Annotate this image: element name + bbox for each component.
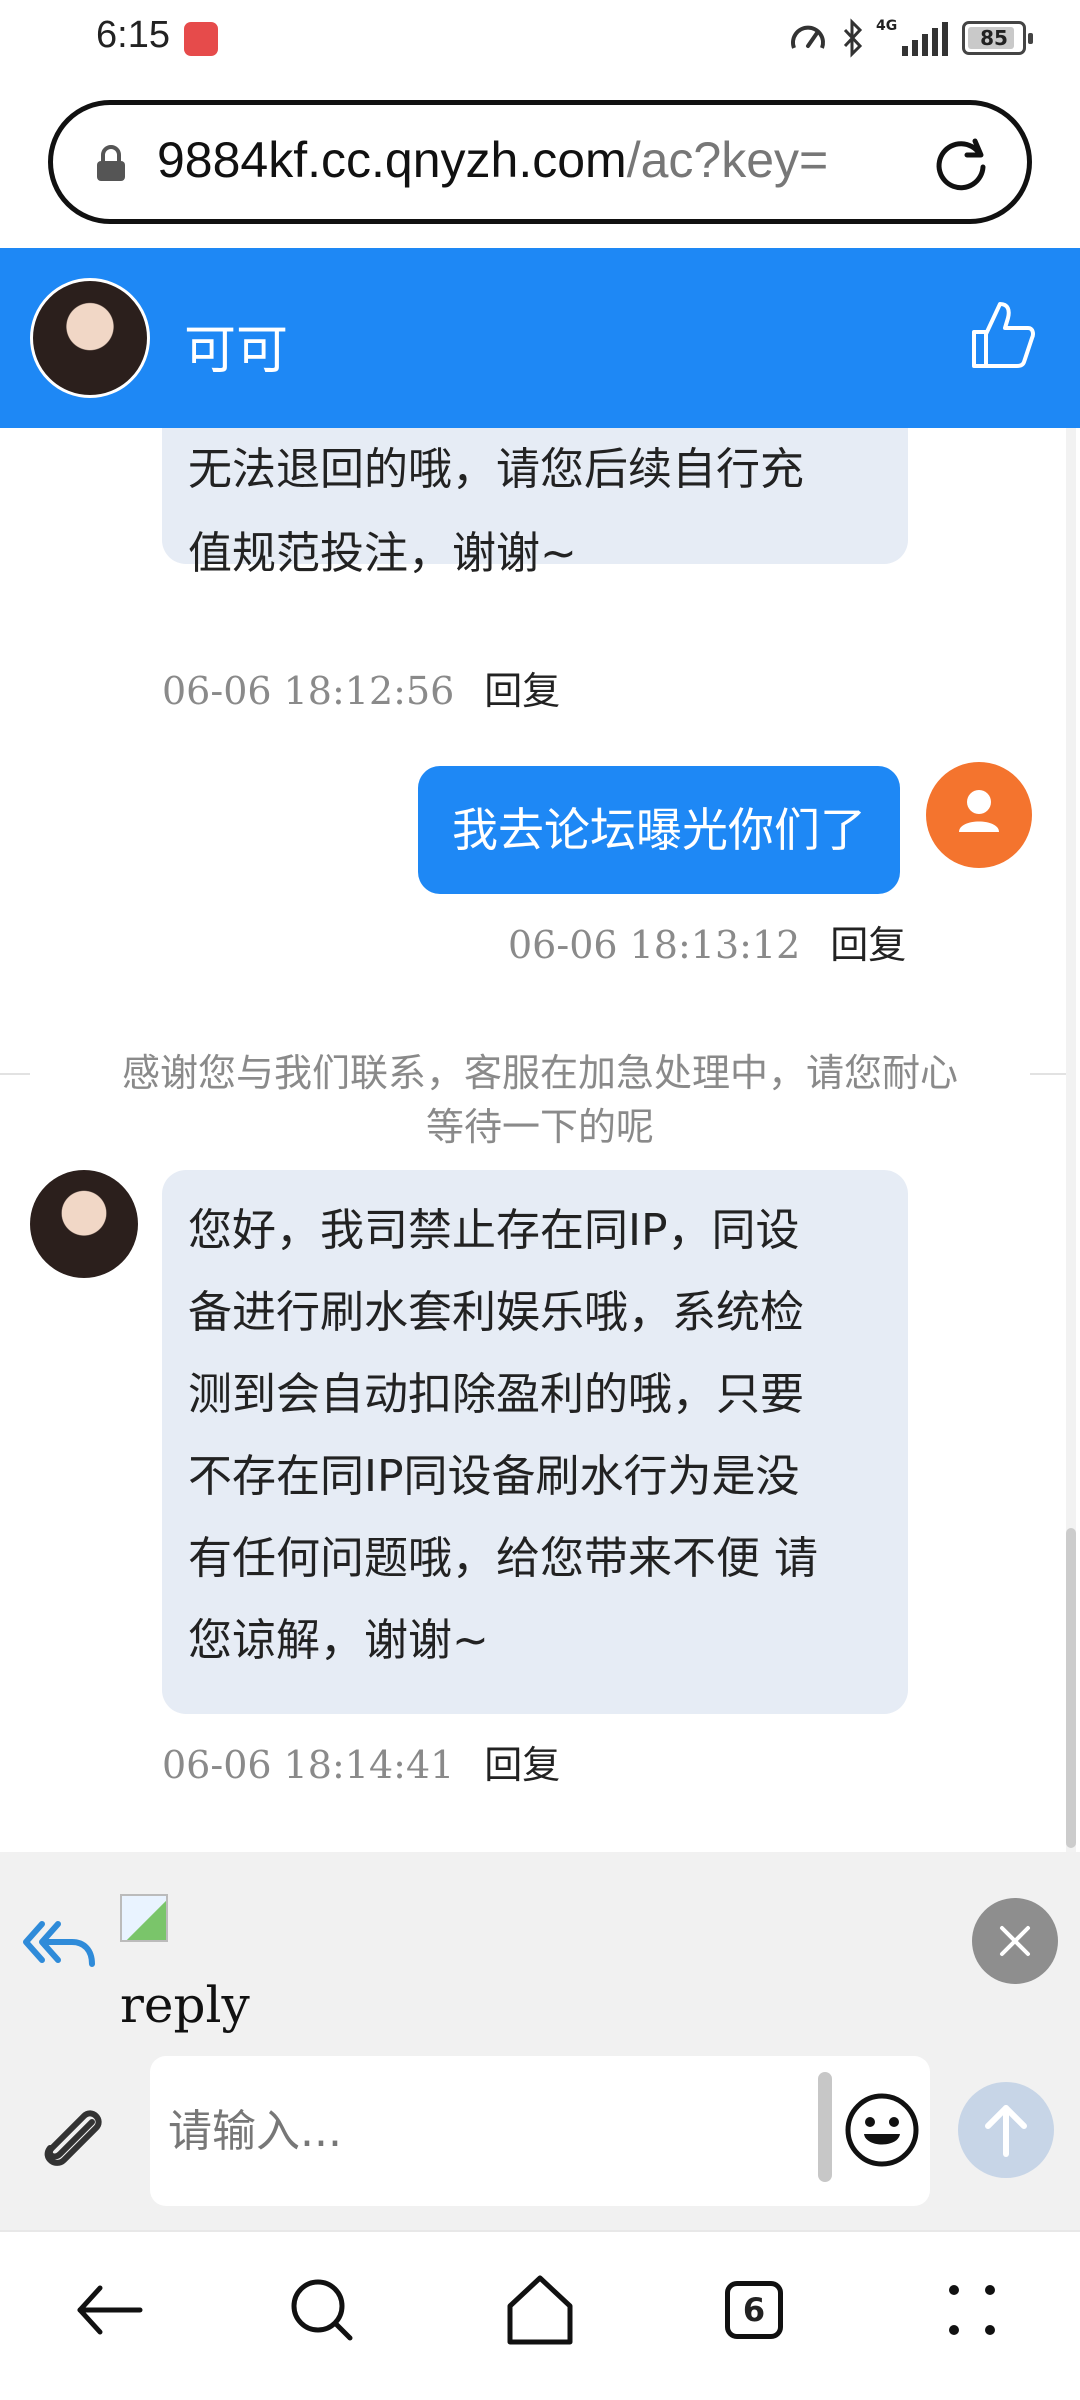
message-line: 备进行刷水套利娱乐哦，系统检 <box>188 1287 804 1338</box>
message-bubble-outgoing[interactable]: 我去论坛曝光你们了 <box>418 766 900 894</box>
message-meta: 06-06 18:13:12 回复 <box>508 914 906 969</box>
home-icon[interactable] <box>498 2268 582 2352</box>
broken-image-icon <box>120 1894 168 1942</box>
search-icon[interactable] <box>280 2268 364 2352</box>
scrollbar-thumb[interactable] <box>1066 1528 1076 1848</box>
battery-level: 85 <box>980 26 1008 50</box>
message-bubble-incoming[interactable]: 您好，我司禁止存在同IP，同设 备进行刷水套利娱乐哦，系统检 测到会自动扣除盈利… <box>162 1170 908 1714</box>
reply-all-icon <box>23 1921 95 1967</box>
paperclip-icon[interactable] <box>34 2100 114 2180</box>
message-line: 测到会自动扣除盈利的哦，只要 <box>188 1369 804 1420</box>
message-line: 您谅解，谢谢~ <box>188 1615 489 1666</box>
reply-preview: reply <box>0 1852 1080 2052</box>
system-notice: 感谢您与我们联系，客服在加急处理中，请您耐心 等待一下的呢 <box>0 1046 1080 1154</box>
thumbs-up-icon[interactable] <box>970 300 1036 370</box>
status-time: 6:15 <box>96 14 170 56</box>
tabs-count: 6 <box>725 2281 783 2339</box>
message-time: 06-06 18:13:12 <box>508 923 801 967</box>
close-icon <box>1000 1926 1030 1956</box>
more-menu-icon[interactable] <box>930 2268 1014 2352</box>
message-list[interactable]: 无法退回的哦，请您后续自行充 值规范投注，谢谢~ 06-06 18:12:56 回… <box>0 428 1080 1852</box>
user-avatar <box>926 762 1032 868</box>
message-line: 不存在同IP同设备刷水行为是没 <box>188 1451 800 1502</box>
system-notice-line: 等待一下的呢 <box>425 1105 654 1149</box>
input-scroll-handle <box>818 2072 832 2182</box>
reply-link[interactable]: 回复 <box>484 1743 560 1787</box>
reply-link[interactable]: 回复 <box>830 923 906 967</box>
system-notice-line: 感谢您与我们联系，客服在加急处理中，请您耐心 <box>121 1051 958 1095</box>
contact-avatar-small[interactable] <box>30 1170 138 1278</box>
arrow-up-icon <box>985 2105 1027 2157</box>
address-bar[interactable]: 9884kf.cc.qnyzh.com/ac?key= <box>48 100 1032 224</box>
user-icon <box>959 790 999 832</box>
network-type: 4G <box>876 18 898 34</box>
speedometer-icon <box>791 25 825 49</box>
contact-name: 可可 <box>184 321 289 381</box>
message-input[interactable] <box>150 2056 930 2206</box>
message-bubble-incoming[interactable]: 无法退回的哦，请您后续自行充 值规范投注，谢谢~ <box>162 428 908 579</box>
status-icons: 4G 85 <box>788 18 1033 58</box>
reload-icon[interactable] <box>929 131 993 195</box>
contact-avatar[interactable] <box>30 278 150 398</box>
browser-nav-bar: 6 <box>0 2230 1080 2400</box>
emoji-icon[interactable] <box>842 2090 922 2170</box>
reply-preview-text: reply <box>120 1976 250 2034</box>
battery-icon: 85 <box>962 21 1033 55</box>
status-bar: 6:15 4G 85 <box>0 0 1080 80</box>
message-line: 值规范投注，谢谢~ <box>188 528 577 579</box>
message-line: 有任何问题哦，给您带来不便 请 <box>188 1533 818 1584</box>
app-notification-icon <box>184 22 218 56</box>
close-reply-button[interactable] <box>972 1898 1058 1984</box>
message-time: 06-06 18:12:56 <box>162 669 455 713</box>
url-host: 9884kf.cc.qnyzh.com <box>157 132 627 188</box>
send-button[interactable] <box>958 2082 1054 2178</box>
cell-signal-icon: 4G <box>876 18 948 56</box>
message-meta: 06-06 18:12:56 回复 <box>162 660 560 715</box>
tabs-button[interactable]: 6 <box>712 2268 796 2352</box>
message-meta: 06-06 18:14:41 回复 <box>162 1734 560 1789</box>
message-time: 06-06 18:14:41 <box>162 1743 455 1787</box>
message-line: 您好，我司禁止存在同IP，同设 <box>188 1205 800 1256</box>
reply-link[interactable]: 回复 <box>484 669 560 713</box>
url-text[interactable]: 9884kf.cc.qnyzh.com/ac?key= <box>157 131 828 189</box>
bluetooth-icon <box>843 18 863 58</box>
chat-header: 可可 <box>0 248 1080 428</box>
url-path: /ac?key= <box>626 132 829 188</box>
back-arrow-icon[interactable] <box>66 2268 150 2352</box>
lock-icon <box>97 145 125 181</box>
message-line: 无法退回的哦，请您后续自行充 <box>188 444 804 495</box>
